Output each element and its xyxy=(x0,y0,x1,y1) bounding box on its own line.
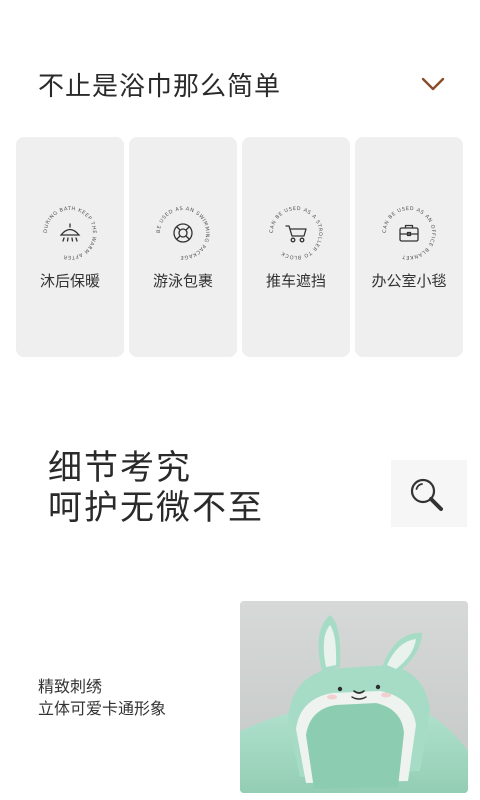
badge-ring-text: DURING BATH KEEP THE WARM AFTER xyxy=(43,206,97,260)
usage-card-bath[interactable]: DURING BATH KEEP THE WARM AFTER 沐后保暖 xyxy=(16,137,124,357)
usage-card-list: DURING BATH KEEP THE WARM AFTER 沐后保暖 BE … xyxy=(16,137,464,357)
usage-badge: BE USED AS AN SWIMMING PACKAGE xyxy=(156,206,210,260)
usage-badge: DURING BATH KEEP THE WARM AFTER xyxy=(43,206,97,260)
feature-line-1: 精致刺绣 xyxy=(38,677,103,696)
svg-text:BE USED AS AN SWIMMING PACKAGE: BE USED AS AN SWIMMING PACKAGE xyxy=(156,206,210,260)
feature-line-2: 立体可爱卡通形象 xyxy=(38,699,167,718)
usage-card-label: 游泳包裹 xyxy=(152,272,213,290)
svg-text:CAN BE USED AS A STROLLER TO B: CAN BE USED AS A STROLLER TO BLOCK xyxy=(269,206,323,260)
usage-card-office[interactable]: CAN BE USED AS AN OFFICE BLANKET 办公室小毯 xyxy=(355,137,463,357)
briefcase-icon xyxy=(399,224,419,242)
shower-icon xyxy=(59,223,81,242)
usage-card-label: 办公室小毯 xyxy=(371,272,447,290)
detail-heading: 细节考究 呵护无微不至 xyxy=(48,448,264,528)
chevron-down-icon[interactable] xyxy=(420,74,446,94)
usage-card-label: 推车遮挡 xyxy=(265,272,326,290)
usage-badge: CAN BE USED AS A STROLLER TO BLOCK xyxy=(269,206,323,260)
usage-card-swim[interactable]: BE USED AS AN SWIMMING PACKAGE 游泳包裹 xyxy=(129,137,237,357)
lifebuoy-icon xyxy=(173,223,193,243)
badge-ring-text: BE USED AS AN SWIMMING PACKAGE xyxy=(156,206,210,260)
section-title: 不止是浴巾那么简单 xyxy=(38,72,282,102)
bunny-towel-illustration xyxy=(240,601,468,793)
feature-description: 精致刺绣 立体可爱卡通形象 xyxy=(38,676,166,720)
zoom-button[interactable] xyxy=(391,460,467,527)
usage-badge: CAN BE USED AS AN OFFICE BLANKET xyxy=(382,206,436,260)
badge-ring-text: CAN BE USED AS A STROLLER TO BLOCK xyxy=(269,206,323,260)
stroller-icon xyxy=(285,225,307,243)
magnifier-icon xyxy=(410,478,443,511)
bunny-towel-image xyxy=(240,601,468,793)
usage-card-stroller[interactable]: CAN BE USED AS A STROLLER TO BLOCK 推车遮挡 xyxy=(242,137,350,357)
detail-heading-line-1: 细节考究 xyxy=(48,448,192,488)
detail-heading-line-2: 呵护无微不至 xyxy=(48,488,264,528)
svg-text:DURING BATH KEEP THE WARM AFTE: DURING BATH KEEP THE WARM AFTER xyxy=(43,206,97,260)
usage-card-label: 沐后保暖 xyxy=(39,272,100,290)
product-detail-page: 不止是浴巾那么简单 DURING BATH KEEP THE WARM AFTE… xyxy=(0,0,480,800)
